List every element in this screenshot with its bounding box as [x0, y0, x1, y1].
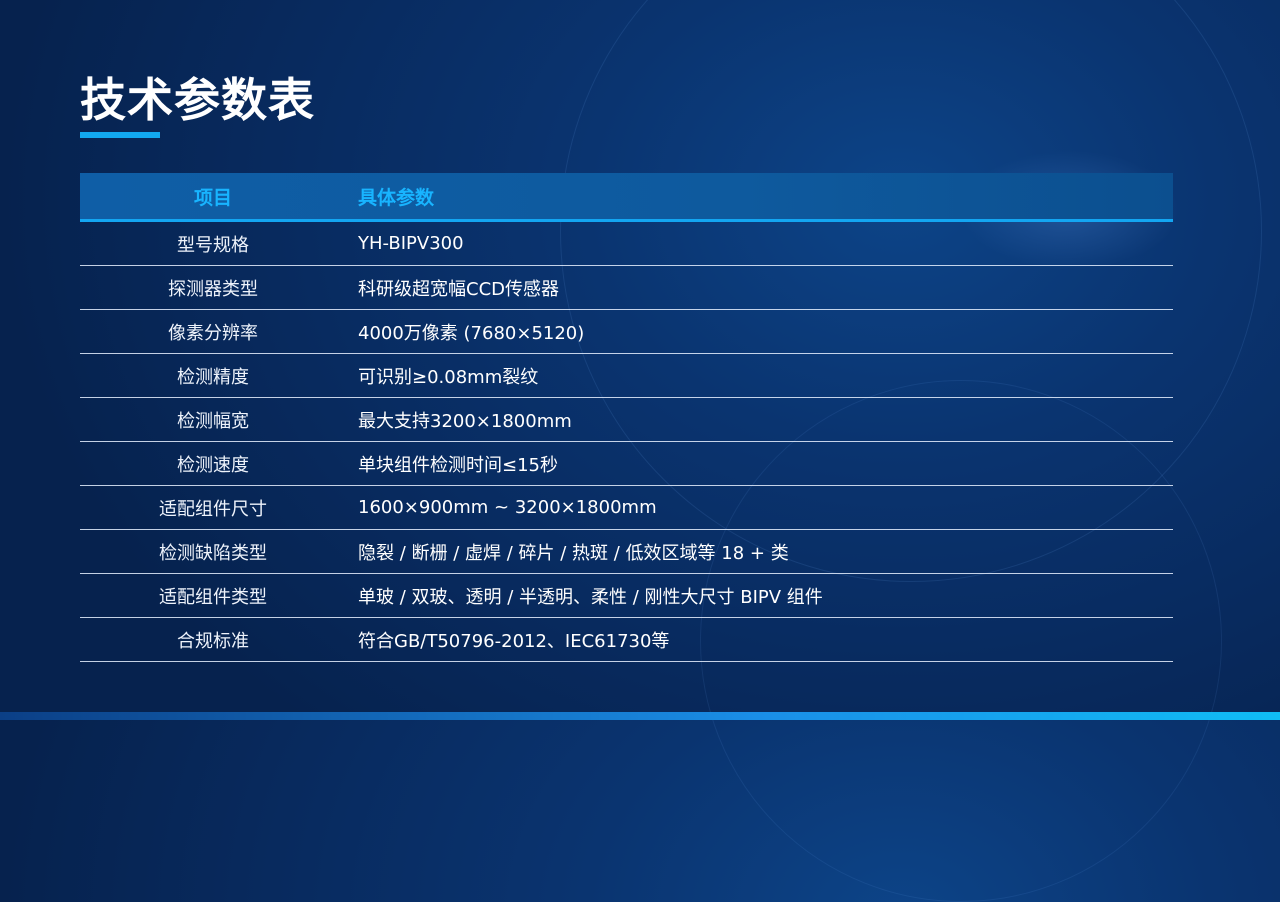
row-value: 可识别≥0.08mm裂纹	[358, 366, 539, 388]
row-value: 4000万像素 (7680×5120)	[358, 322, 585, 344]
row-item: 合规标准	[177, 630, 249, 652]
row-value: 符合GB/T50796-2012、IEC61730等	[358, 630, 670, 652]
row-item: 检测速度	[177, 454, 249, 476]
table-row: 探测器类型 科研级超宽幅CCD传感器	[80, 266, 1173, 310]
row-value: 最大支持3200×1800mm	[358, 410, 572, 432]
bottom-accent-bar	[0, 712, 1280, 720]
row-item: 检测精度	[177, 366, 249, 388]
row-item: 探测器类型	[168, 278, 258, 300]
row-item: 像素分辨率	[168, 322, 258, 344]
title-underline	[80, 132, 160, 138]
table-row: 像素分辨率 4000万像素 (7680×5120)	[80, 310, 1173, 354]
header-item: 项目	[193, 186, 232, 209]
row-item: 适配组件尺寸	[159, 498, 267, 520]
row-item: 型号规格	[177, 234, 249, 256]
table-row: 检测精度 可识别≥0.08mm裂纹	[80, 354, 1173, 398]
row-value: 1600×900mm ~ 3200×1800mm	[358, 497, 657, 518]
table-row: 合规标准 符合GB/T50796-2012、IEC61730等	[80, 618, 1173, 662]
table-row: 型号规格 YH-BIPV300	[80, 222, 1173, 266]
row-value: YH-BIPV300	[358, 233, 464, 254]
row-value: 单玻 / 双玻、透明 / 半透明、柔性 / 刚性大尺寸 BIPV 组件	[358, 586, 823, 608]
spec-table: 项目 具体参数 型号规格 YH-BIPV300 探测器类型 科研级超宽幅CCD传…	[80, 173, 1173, 662]
table-row: 适配组件类型 单玻 / 双玻、透明 / 半透明、柔性 / 刚性大尺寸 BIPV …	[80, 574, 1173, 618]
row-item: 检测缺陷类型	[159, 542, 267, 564]
row-value: 单块组件检测时间≤15秒	[358, 454, 558, 476]
row-value: 隐裂 / 断栅 / 虚焊 / 碎片 / 热斑 / 低效区域等 18 + 类	[358, 542, 789, 564]
row-value: 科研级超宽幅CCD传感器	[358, 278, 559, 300]
row-item: 检测幅宽	[177, 410, 249, 432]
table-row: 检测缺陷类型 隐裂 / 断栅 / 虚焊 / 碎片 / 热斑 / 低效区域等 18…	[80, 530, 1173, 574]
table-header: 项目 具体参数	[80, 173, 1173, 222]
row-item: 适配组件类型	[159, 586, 267, 608]
header-value: 具体参数	[358, 186, 435, 209]
table-row: 适配组件尺寸 1600×900mm ~ 3200×1800mm	[80, 486, 1173, 530]
table-row: 检测幅宽 最大支持3200×1800mm	[80, 398, 1173, 442]
page-title: 技术参数表	[80, 73, 315, 127]
table-row: 检测速度 单块组件检测时间≤15秒	[80, 442, 1173, 486]
